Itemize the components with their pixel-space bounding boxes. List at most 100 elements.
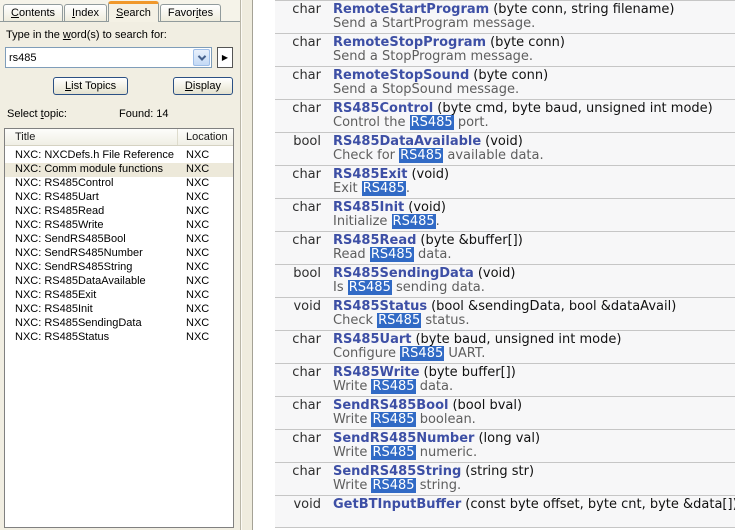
result-row[interactable]: NXC: RS485ReadNXC bbox=[5, 205, 233, 219]
search-highlight: RS485 bbox=[410, 115, 454, 130]
function-description: Write RS485 data. bbox=[333, 380, 735, 394]
search-highlight: RS485 bbox=[362, 181, 406, 196]
tab-favorites[interactable]: Favorites bbox=[160, 4, 221, 21]
function-name-link[interactable]: RS485Status bbox=[333, 299, 427, 314]
search-panel: Contents Index Search Favorites Type in … bbox=[0, 0, 240, 530]
search-highlight: RS485 bbox=[377, 313, 421, 328]
description-text: string. bbox=[416, 478, 462, 493]
result-row[interactable]: NXC: RS485WriteNXC bbox=[5, 219, 233, 233]
search-combo-row: ▶ bbox=[5, 47, 235, 68]
function-name-link[interactable]: RS485Write bbox=[333, 365, 420, 380]
function-name-link[interactable]: RS485Control bbox=[333, 101, 433, 116]
function-name-link[interactable]: RemoteStartProgram bbox=[333, 2, 489, 17]
function-name-link[interactable]: SendRS485Bool bbox=[333, 398, 448, 413]
description-text: Read bbox=[333, 247, 370, 262]
function-params: (byte buffer[]) bbox=[424, 365, 516, 380]
function-signature: GetBTInputBuffer(const byte offset, byte… bbox=[333, 498, 735, 512]
return-type: char bbox=[275, 3, 321, 31]
column-header-title[interactable]: Title bbox=[5, 129, 178, 145]
search-highlight: RS485 bbox=[400, 346, 444, 361]
function-row: charSendRS485String(string str)Write RS4… bbox=[275, 463, 735, 496]
function-row: boolRS485SendingData(void)Is RS485 sendi… bbox=[275, 265, 735, 298]
result-row[interactable]: NXC: Comm module functionsNXC bbox=[5, 163, 233, 177]
return-type: char bbox=[275, 465, 321, 493]
return-type: char bbox=[275, 201, 321, 229]
description-text: available data. bbox=[443, 148, 543, 163]
function-name-link[interactable]: RemoteStopProgram bbox=[333, 35, 486, 50]
function-params: (byte conn) bbox=[473, 68, 548, 83]
result-title: NXC: RS485Exit bbox=[5, 289, 178, 303]
result-row[interactable]: NXC: RS485DataAvailableNXC bbox=[5, 275, 233, 289]
function-signature: RS485Status(bool &sendingData, bool &dat… bbox=[333, 300, 735, 314]
display-button[interactable]: Display bbox=[173, 77, 233, 95]
function-definition: RS485DataAvailable(void)Check for RS485 … bbox=[321, 135, 735, 163]
function-definition: RemoteStopProgram(byte conn)Send a StopP… bbox=[321, 36, 735, 64]
result-row[interactable]: NXC: SendRS485BoolNXC bbox=[5, 233, 233, 247]
function-params: (byte cmd, byte baud, unsigned int mode) bbox=[437, 101, 712, 116]
result-location: NXC bbox=[178, 247, 233, 261]
result-location: NXC bbox=[178, 163, 233, 177]
return-type: char bbox=[275, 333, 321, 361]
function-name-link[interactable]: RS485DataAvailable bbox=[333, 134, 481, 149]
function-description: Send a StopProgram message. bbox=[333, 50, 735, 64]
function-name-link[interactable]: SendRS485Number bbox=[333, 431, 474, 446]
list-topics-button[interactable]: List Topics bbox=[53, 77, 128, 95]
result-row[interactable]: NXC: RS485InitNXC bbox=[5, 303, 233, 317]
result-title: NXC: RS485DataAvailable bbox=[5, 275, 178, 289]
function-name-link[interactable]: GetBTInputBuffer bbox=[333, 497, 461, 512]
function-name-link[interactable]: RS485SendingData bbox=[333, 266, 474, 281]
function-params: (byte &buffer[]) bbox=[420, 233, 522, 248]
tab-search[interactable]: Search bbox=[108, 1, 159, 22]
function-name-link[interactable]: RS485Read bbox=[333, 233, 416, 248]
return-type: char bbox=[275, 36, 321, 64]
function-name-link[interactable]: SendRS485String bbox=[333, 464, 461, 479]
pane-splitter[interactable] bbox=[240, 0, 253, 530]
function-signature: RS485Exit(void) bbox=[333, 168, 735, 182]
results-list-body: NXC: NXCDefs.h File ReferenceNXCNXC: Com… bbox=[5, 146, 233, 527]
result-title: NXC: SendRS485Bool bbox=[5, 233, 178, 247]
result-row[interactable]: NXC: NXCDefs.h File ReferenceNXC bbox=[5, 149, 233, 163]
description-text: Is bbox=[333, 280, 348, 295]
search-highlight: RS485 bbox=[371, 445, 415, 460]
function-row: charRemoteStopSound(byte conn)Send a Sto… bbox=[275, 67, 735, 100]
function-name-link[interactable]: RS485Exit bbox=[333, 167, 407, 182]
function-description: Exit RS485. bbox=[333, 182, 735, 196]
function-description: Initialize RS485. bbox=[333, 215, 735, 229]
result-row[interactable]: NXC: RS485UartNXC bbox=[5, 191, 233, 205]
combobox-dropdown-button[interactable] bbox=[193, 49, 210, 66]
result-row[interactable]: NXC: SendRS485NumberNXC bbox=[5, 247, 233, 261]
description-text: status. bbox=[421, 313, 469, 328]
function-name-link[interactable]: RemoteStopSound bbox=[333, 68, 469, 83]
result-row[interactable]: NXC: RS485StatusNXC bbox=[5, 331, 233, 345]
result-row[interactable]: NXC: SendRS485StringNXC bbox=[5, 261, 233, 275]
result-row[interactable]: NXC: RS485ExitNXC bbox=[5, 289, 233, 303]
description-text: Send a StartProgram message. bbox=[333, 16, 535, 31]
description-text: Write bbox=[333, 445, 371, 460]
description-text: numeric. bbox=[416, 445, 478, 460]
result-row[interactable]: NXC: RS485SendingDataNXC bbox=[5, 317, 233, 331]
tab-contents[interactable]: Contents bbox=[3, 4, 63, 21]
description-text: sending data. bbox=[392, 280, 485, 295]
result-location: NXC bbox=[178, 261, 233, 275]
function-description: Check for RS485 available data. bbox=[333, 149, 735, 163]
return-type: char bbox=[275, 399, 321, 427]
description-text: Write bbox=[333, 379, 371, 394]
result-title: NXC: RS485Uart bbox=[5, 191, 178, 205]
result-title: NXC: RS485Control bbox=[5, 177, 178, 191]
found-count: Found: 14 bbox=[119, 108, 169, 120]
function-params: (byte baud, unsigned int mode) bbox=[415, 332, 621, 347]
description-text: Send a StopProgram message. bbox=[333, 49, 533, 64]
description-text: data. bbox=[416, 379, 454, 394]
search-highlight: RS485 bbox=[371, 478, 415, 493]
search-input[interactable] bbox=[6, 49, 186, 66]
function-name-link[interactable]: RS485Init bbox=[333, 200, 404, 215]
result-row[interactable]: NXC: RS485ControlNXC bbox=[5, 177, 233, 191]
tab-index[interactable]: Index bbox=[64, 4, 107, 21]
column-header-location[interactable]: Location bbox=[178, 129, 233, 146]
description-text: Configure bbox=[333, 346, 400, 361]
function-row: charRS485Read(byte &buffer[])Read RS485 … bbox=[275, 232, 735, 265]
flyout-arrow-button[interactable]: ▶ bbox=[217, 47, 233, 68]
description-text: . bbox=[436, 214, 440, 229]
content-pane: charRemoteStartProgram(byte conn, string… bbox=[253, 0, 735, 530]
function-name-link[interactable]: RS485Uart bbox=[333, 332, 411, 347]
